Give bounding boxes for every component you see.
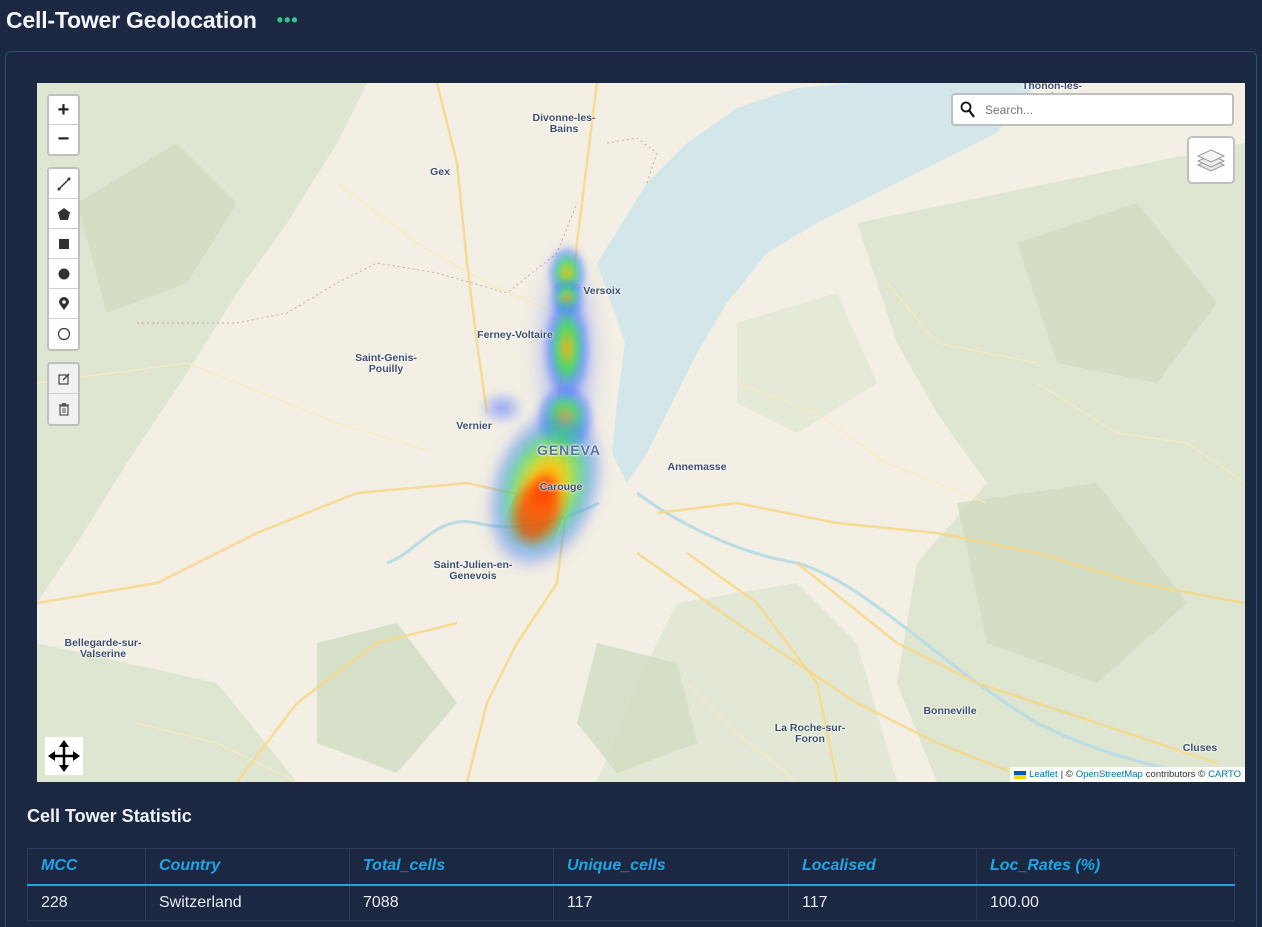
map-place-label: Ferney-Voltaire xyxy=(477,329,553,341)
map-place-label: Vernier xyxy=(456,420,492,432)
trash-icon[interactable] xyxy=(49,394,78,424)
table-cell: 100.00 xyxy=(976,884,1235,921)
table-cell: Switzerland xyxy=(145,884,350,921)
table-cell: 7088 xyxy=(349,884,554,921)
column-header[interactable]: Unique_cells xyxy=(553,848,789,886)
attribution-contributors: contributors © xyxy=(1145,769,1206,780)
map-place-label: La Roche-sur- Foron xyxy=(774,722,846,745)
zoom-control: + − xyxy=(47,94,80,156)
search-input[interactable] xyxy=(985,102,1225,117)
search-icon[interactable] xyxy=(953,95,983,124)
map-place-label: Bonneville xyxy=(923,705,977,717)
map-tiles xyxy=(37,83,1245,782)
section-title: Cell Tower Statistic xyxy=(27,806,192,826)
column-header[interactable]: Total_cells xyxy=(349,848,554,886)
rectangle-icon[interactable] xyxy=(49,229,78,259)
zoom-in-button[interactable]: + xyxy=(49,96,78,125)
map-view[interactable]: Thonon-les- BainsDivonne-les- BainsGexVe… xyxy=(37,83,1245,782)
table-row: 228 Switzerland 7088 117 117 100.00 xyxy=(27,884,1235,921)
map-place-label: Gex xyxy=(430,166,450,178)
attribution-separator: | © xyxy=(1060,769,1073,780)
polygon-icon[interactable] xyxy=(49,199,78,229)
cell-tower-stats-table: MCC Country Total_cells Unique_cells Loc… xyxy=(27,848,1235,921)
column-header[interactable]: Localised xyxy=(788,848,977,886)
table-cell: 117 xyxy=(553,884,789,921)
zoom-out-button[interactable]: − xyxy=(49,125,78,154)
edit-toolbar xyxy=(47,362,80,426)
map-place-label: Saint-Julien-en- Genevois xyxy=(433,559,513,582)
circle-icon[interactable] xyxy=(49,259,78,289)
map-attribution: Leaflet | © OpenStreetMap contributors ©… xyxy=(1010,767,1245,782)
map-place-label: Cluses xyxy=(1182,742,1218,754)
circlemarker-icon[interactable] xyxy=(49,319,78,349)
polyline-icon[interactable] xyxy=(49,169,78,199)
map-place-label: Carouge xyxy=(539,481,583,493)
draw-toolbar xyxy=(47,167,80,351)
ukraine-flag-icon xyxy=(1014,770,1027,779)
table-cell: 117 xyxy=(788,884,977,921)
map-place-label: Bellegarde-sur- Valserine xyxy=(64,637,142,660)
column-header[interactable]: Loc_Rates (%) xyxy=(976,848,1235,886)
map-search xyxy=(951,93,1234,126)
leaflet-link[interactable]: Leaflet xyxy=(1029,769,1058,780)
table-cell: 228 xyxy=(27,884,146,921)
map-place-label: Versoix xyxy=(583,285,621,297)
carto-link[interactable]: CARTO xyxy=(1208,769,1241,780)
more-dots-icon[interactable]: ••• xyxy=(277,10,299,31)
column-header[interactable]: MCC xyxy=(27,848,146,886)
column-header[interactable]: Country xyxy=(145,848,350,886)
edit-icon[interactable] xyxy=(49,364,78,394)
map-place-label: Divonne-les- Bains xyxy=(532,112,596,135)
map-place-label: GENEVA xyxy=(536,442,602,458)
map-place-label: Saint-Genis- Pouilly xyxy=(355,352,417,375)
marker-icon[interactable] xyxy=(49,289,78,319)
map-place-label: Annemasse xyxy=(667,461,727,473)
osm-link[interactable]: OpenStreetMap xyxy=(1076,769,1143,780)
table-header-row: MCC Country Total_cells Unique_cells Loc… xyxy=(27,848,1235,886)
move-icon[interactable] xyxy=(45,737,83,775)
page-header: Cell-Tower Geolocation ••• xyxy=(6,4,299,36)
page-title: Cell-Tower Geolocation xyxy=(6,6,257,33)
layers-icon[interactable] xyxy=(1187,136,1235,184)
